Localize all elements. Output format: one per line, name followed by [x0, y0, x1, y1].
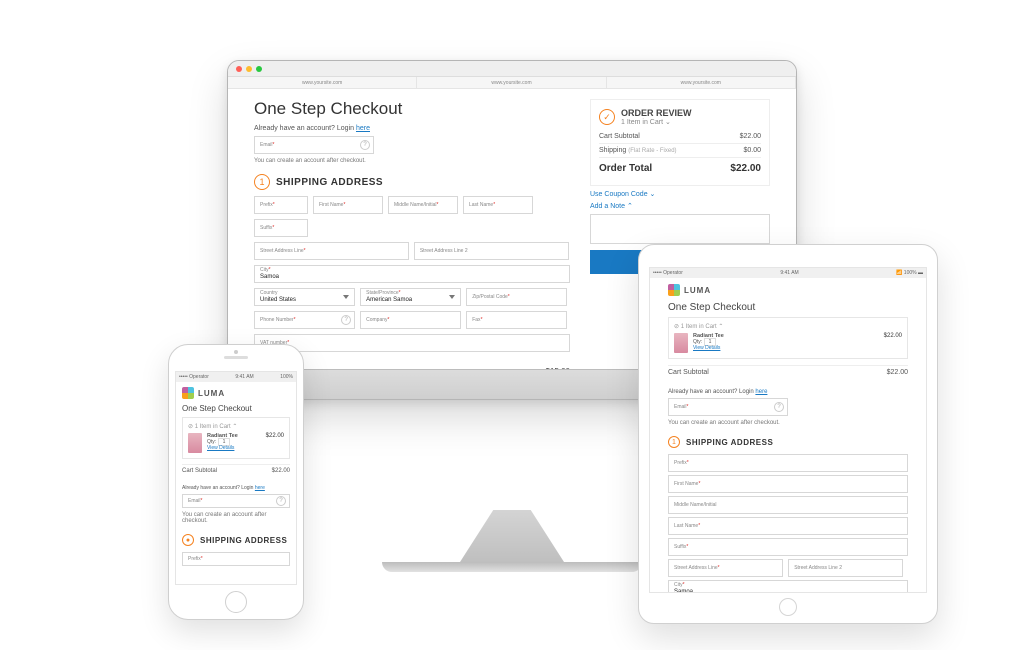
home-button[interactable]: [779, 598, 797, 616]
product-thumb[interactable]: [674, 333, 688, 353]
login-prompt: Already have an account? Login here: [254, 125, 570, 132]
last-name-field[interactable]: Last Name*: [463, 196, 533, 214]
order-item-count[interactable]: 1 Item in Cart ⌄: [621, 118, 692, 126]
minimize-icon[interactable]: [246, 66, 252, 72]
luma-logo-icon: [182, 387, 194, 399]
company-field[interactable]: Company*: [360, 311, 461, 329]
cart-head[interactable]: ⊘ 1 Item in Cart ⌃: [188, 423, 284, 430]
view-details-link[interactable]: View Details: [693, 345, 720, 351]
product-thumb[interactable]: [188, 433, 202, 453]
account-note: You can create an account after checkout…: [182, 512, 290, 524]
address1-field[interactable]: Street Address Line*: [668, 559, 783, 577]
shipping-heading: SHIPPING ADDRESS: [686, 438, 773, 447]
phone-device-frame: ••••• Operator9:41 AM100% LUMA One Step …: [168, 344, 304, 620]
chevron-down-icon: [343, 295, 349, 299]
maximize-icon[interactable]: [256, 66, 262, 72]
coupon-link[interactable]: Use Coupon Code ⌄: [590, 190, 770, 198]
login-prompt: Already have an account? Login here: [668, 389, 908, 395]
email-field[interactable]: Email* ?: [668, 398, 788, 416]
line-price: $22.00: [884, 333, 902, 353]
cart-summary: ⊘ 1 Item in Cart ⌃ Radiant Tee Qty: 1 Vi…: [182, 417, 290, 459]
tablet-screen: ••••• Operator9:41 AM📶 100% ▬ LUMA One S…: [649, 267, 927, 593]
cart-summary: ⊘ 1 Item in Cart ⌃ Radiant Tee Qty: 1 Vi…: [668, 317, 908, 359]
view-details-link[interactable]: View Details: [207, 445, 234, 451]
last-name-field[interactable]: Last Name*: [668, 517, 908, 535]
page-title: One Step Checkout: [254, 99, 570, 119]
account-note: You can create an account after checkout…: [254, 158, 570, 164]
city-field[interactable]: City* Samoa: [668, 580, 908, 593]
shipping-heading: SHIPPING ADDRESS: [200, 536, 287, 545]
note-textarea[interactable]: [590, 214, 770, 244]
city-field[interactable]: City* Samoa: [254, 265, 570, 283]
step-1-badge: 1: [254, 174, 270, 190]
cart-head[interactable]: ⊘ 1 Item in Cart ⌃: [674, 323, 902, 330]
home-button[interactable]: [225, 591, 247, 613]
tablet-device-frame: ••••• Operator9:41 AM📶 100% ▬ LUMA One S…: [638, 244, 938, 624]
email-field[interactable]: Email* ?: [182, 494, 290, 508]
browser-tab[interactable]: www.yoursite.com: [607, 77, 796, 88]
step-1-badge: ●: [182, 534, 194, 546]
add-note-link[interactable]: Add a Note ⌃: [590, 202, 770, 210]
prefix-field[interactable]: Prefix*: [668, 454, 908, 472]
imac-foot: [382, 562, 642, 572]
shipping-heading: SHIPPING ADDRESS: [276, 177, 383, 188]
help-icon[interactable]: ?: [360, 140, 370, 150]
browser-tab[interactable]: www.yoursite.com: [228, 77, 417, 88]
camera-icon: [234, 350, 238, 354]
status-bar: ••••• Operator9:41 AM📶 100% ▬: [650, 268, 926, 278]
phone-screen: ••••• Operator9:41 AM100% LUMA One Step …: [175, 371, 297, 585]
vat-field[interactable]: VAT number*: [254, 334, 570, 352]
browser-tabs: www.yoursite.com www.yoursite.com www.yo…: [228, 77, 796, 89]
phone-field[interactable]: Phone Number*?: [254, 311, 355, 329]
check-icon: ✓: [599, 109, 615, 125]
step-1-badge: 1: [668, 436, 680, 448]
suffix-field[interactable]: Suffix*: [254, 219, 308, 237]
fax-field[interactable]: Fax*: [466, 311, 567, 329]
imac-stand: [460, 510, 564, 562]
prefix-field[interactable]: Prefix*: [254, 196, 308, 214]
luma-logo-icon: [668, 284, 680, 296]
login-prompt: Already have an account? Login here: [182, 485, 290, 491]
zip-field[interactable]: Zip/Postal Code*: [466, 288, 567, 306]
state-select[interactable]: State/Province* American Samoa: [360, 288, 461, 306]
first-name-field[interactable]: First Name*: [313, 196, 383, 214]
speaker-icon: [224, 356, 248, 359]
country-select[interactable]: Country United States: [254, 288, 355, 306]
middle-name-field[interactable]: Middle Name/Initial*: [388, 196, 458, 214]
status-bar: ••••• Operator9:41 AM100%: [176, 372, 296, 382]
account-note: You can create an account after checkout…: [668, 420, 908, 426]
login-link[interactable]: here: [255, 485, 265, 491]
help-icon[interactable]: ?: [276, 496, 286, 506]
email-field[interactable]: Email* ?: [254, 136, 374, 154]
line-price: $22.00: [266, 433, 284, 453]
browser-tab[interactable]: www.yoursite.com: [417, 77, 606, 88]
brand-name: LUMA: [198, 389, 225, 398]
close-icon[interactable]: [236, 66, 242, 72]
address1-field[interactable]: Street Address Line*: [254, 242, 409, 260]
login-link[interactable]: here: [755, 389, 767, 395]
address2-field[interactable]: Street Address Line 2: [788, 559, 903, 577]
first-name-field[interactable]: First Name*: [668, 475, 908, 493]
page-title: One Step Checkout: [182, 404, 290, 413]
chevron-down-icon: [449, 295, 455, 299]
suffix-field[interactable]: Suffix*: [668, 538, 908, 556]
browser-titlebar: [228, 61, 796, 77]
help-icon[interactable]: ?: [774, 402, 784, 412]
page-title: One Step Checkout: [668, 302, 908, 313]
order-review-panel: ✓ ORDER REVIEW 1 Item in Cart ⌄ Cart Sub…: [590, 99, 770, 186]
address2-field[interactable]: Street Address Line 2: [414, 242, 569, 260]
brand-name: LUMA: [684, 286, 711, 295]
prefix-field[interactable]: Prefix*: [182, 552, 290, 566]
help-icon[interactable]: ?: [341, 315, 351, 325]
middle-name-field[interactable]: Middle Name/Initial: [668, 496, 908, 514]
order-review-title: ORDER REVIEW: [621, 108, 692, 118]
login-link[interactable]: here: [356, 125, 370, 132]
